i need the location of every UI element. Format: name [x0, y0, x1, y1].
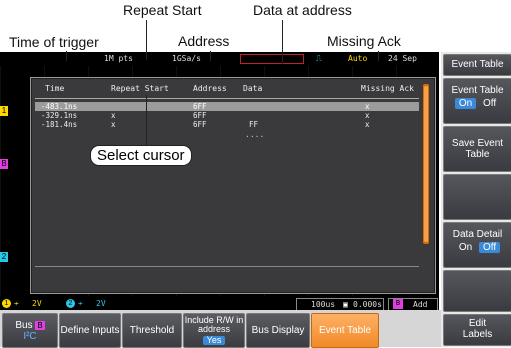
- scope-display: 1M pts 1GSa/s ⎍ Auto 24 Sep 1 B 2 Time R…: [0, 52, 439, 311]
- more-rows-ellipsis: ....: [245, 130, 265, 139]
- bus-badge-icon: B: [393, 299, 403, 309]
- ch1-scale: 2V: [32, 299, 42, 308]
- trigger-pos-icon: ▣: [343, 300, 348, 309]
- waveform-area: 1 B 2 Time Repeat Start Address Data Mis…: [0, 66, 439, 296]
- define-inputs-button[interactable]: Define Inputs: [59, 313, 121, 348]
- bus-trigger-label: Add: [413, 300, 428, 309]
- event-table-window[interactable]: Time Repeat Start Address Data Missing A…: [30, 77, 436, 294]
- bus-marker: B: [0, 159, 8, 169]
- trigger-position-indicator: [240, 54, 304, 64]
- bus-badge: B: [35, 320, 45, 330]
- table-scrollbar[interactable]: [423, 84, 429, 244]
- include-rw-value: Yes: [202, 336, 226, 345]
- pointer-select-cursor: [146, 95, 147, 145]
- header-address: Address: [193, 84, 227, 93]
- header-repeat-start: Repeat Start: [111, 84, 169, 93]
- sample-rate: 1GSa/s: [172, 54, 201, 63]
- ch2-badge-icon: 2: [66, 299, 75, 308]
- timebase: 100us: [311, 300, 336, 309]
- bottom-menu: Bus B I²C Define Inputs Threshold Includ…: [0, 310, 441, 348]
- edit-labels-button[interactable]: Edit Labels: [443, 314, 511, 346]
- pointer-time: [66, 51, 67, 61]
- callout-missing-ack: Missing Ack: [327, 33, 401, 49]
- save-event-table-button[interactable]: Save Event Table: [443, 126, 511, 172]
- bottom-status-bar: 1 ≁ 2V 2 ≁ 2V 100us ▣ 0.000s B Add: [0, 298, 439, 311]
- ch2-scale: 2V: [96, 299, 106, 308]
- pointer-repeat-start: [146, 20, 147, 60]
- callout-data-at-address: Data at address: [253, 2, 352, 18]
- event-table-on[interactable]: On: [454, 98, 477, 109]
- event-table-toggle[interactable]: Event Table On Off: [443, 78, 511, 124]
- ch1-marker: 1: [0, 106, 8, 116]
- table-bottom-divider: [35, 266, 419, 267]
- table-row[interactable]: -483.1ns 6FF x: [35, 102, 419, 111]
- callout-repeat-start: Repeat Start: [123, 2, 202, 18]
- pointer-missing-ack: [378, 51, 379, 61]
- data-detail-off[interactable]: Off: [478, 242, 501, 253]
- trigger-mode: Auto: [348, 54, 368, 63]
- side-menu: Event Table Event Table On Off Save Even…: [441, 52, 511, 347]
- data-detail-on[interactable]: On: [455, 242, 476, 253]
- record-length: 1M pts: [104, 54, 133, 63]
- event-table-off[interactable]: Off: [479, 98, 500, 109]
- pointer-address: [210, 51, 211, 61]
- event-table-header: Time Repeat Start Address Data Missing A…: [35, 84, 419, 96]
- side-menu-title: Event Table: [443, 54, 511, 76]
- ch1-badge-icon: 1: [2, 299, 11, 308]
- table-row[interactable]: -329.1ns x 6FF x: [35, 111, 419, 120]
- bus-type: I²C: [23, 330, 37, 342]
- ch1-coupling-icon: ≁: [14, 299, 19, 308]
- bus-display-button[interactable]: Bus Display: [246, 313, 310, 348]
- select-cursor-label: Select cursor: [90, 145, 192, 166]
- pointer-data: [282, 20, 283, 64]
- trigger-position: 0.000s: [353, 300, 382, 309]
- side-menu-empty-1[interactable]: [443, 174, 511, 220]
- include-rw-button[interactable]: Include R/W in address Yes: [183, 313, 245, 348]
- event-table-button[interactable]: Event Table: [311, 313, 379, 348]
- ch2-marker: 2: [0, 252, 8, 262]
- header-data: Data: [243, 84, 263, 93]
- header-time: Time: [45, 84, 65, 93]
- ch2-coupling-icon: ≁: [78, 299, 83, 308]
- date-display: 24 Sep: [388, 54, 417, 63]
- callout-time-of-trigger: Time of trigger: [9, 34, 99, 50]
- table-row[interactable]: -181.4ns x 6FF FF x: [35, 120, 419, 129]
- header-missing-ack: Missing Ack: [361, 84, 414, 93]
- trigger-status-icon: ⎍: [316, 54, 322, 63]
- header-divider: [35, 98, 419, 99]
- side-menu-empty-2[interactable]: [443, 270, 511, 312]
- threshold-button[interactable]: Threshold: [122, 313, 182, 348]
- callout-address: Address: [178, 33, 230, 49]
- bus-button[interactable]: Bus B I²C: [2, 313, 58, 348]
- data-detail-toggle[interactable]: Data Detail On Off: [443, 222, 511, 268]
